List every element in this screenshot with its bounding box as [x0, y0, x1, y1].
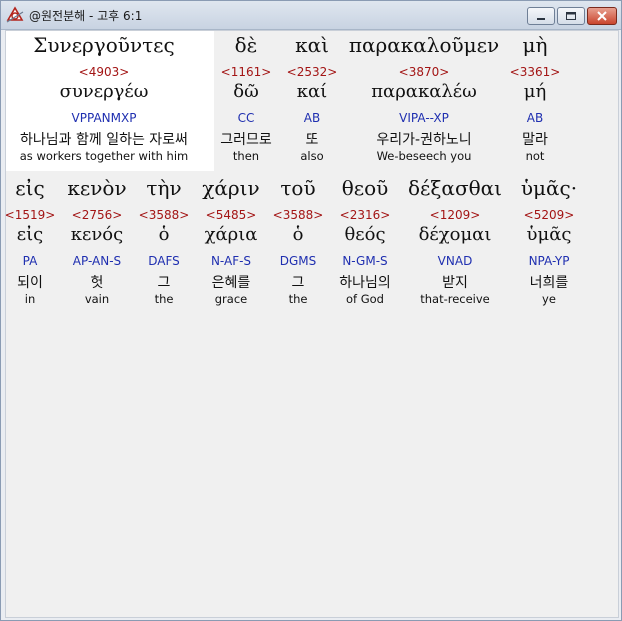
- minimize-button[interactable]: [527, 7, 555, 25]
- lemma: ὑμᾶς: [526, 224, 572, 245]
- lemma: συνεργέω: [59, 81, 149, 102]
- greek-word: ὑμᾶς·: [520, 176, 578, 200]
- english-gloss: as workers together with him: [19, 149, 189, 163]
- maximize-icon: [566, 12, 576, 20]
- app-window: @원전분해 - 고후 6:1 Συνεργοῦντες <4903> συνερ…: [0, 0, 622, 621]
- app-logo-icon: [6, 6, 24, 23]
- parsing-code: AB: [526, 111, 544, 125]
- strong-number: <5209>: [523, 208, 575, 222]
- interlinear-panel: Συνεργοῦντες <4903> συνεργέω VPPANMXP 하나…: [5, 30, 619, 618]
- parsing-code: VPPANMXP: [71, 111, 137, 125]
- korean-gloss: 말라: [522, 132, 548, 148]
- close-icon: [597, 11, 607, 21]
- close-button[interactable]: [587, 7, 617, 25]
- title-bar[interactable]: @원전분해 - 고후 6:1: [1, 1, 621, 30]
- greek-word: μὴ: [522, 33, 548, 57]
- window-title: @원전분해 - 고후 6:1: [29, 9, 143, 23]
- korean-gloss: 너희를: [529, 275, 569, 291]
- english-gloss: ye: [542, 292, 556, 306]
- strong-number: <4903>: [78, 65, 130, 79]
- lemma: μή: [523, 81, 547, 102]
- strong-number: <3361>: [509, 65, 561, 79]
- greek-word: Συνεργοῦντες: [33, 33, 175, 57]
- minimize-icon: [537, 18, 545, 20]
- korean-gloss: 하나님과 함께 일하는 자로써: [20, 132, 188, 148]
- maximize-button[interactable]: [557, 7, 585, 25]
- parsing-code: NPA-YP: [528, 254, 570, 268]
- english-gloss: not: [525, 149, 545, 163]
